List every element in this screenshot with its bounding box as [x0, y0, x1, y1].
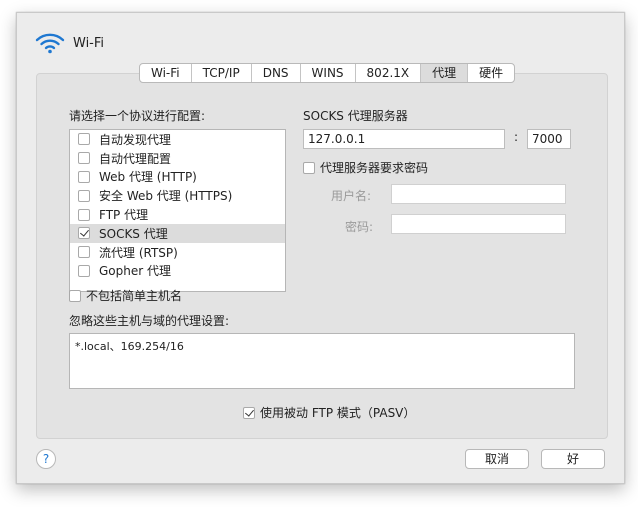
wifi-icon: [35, 32, 65, 54]
protocol-label: FTP 代理: [99, 208, 149, 223]
host-port-separator: :: [514, 130, 519, 144]
passive-ftp-label: 使用被动 FTP 模式（PASV）: [260, 406, 416, 420]
protocol-item-rtsp[interactable]: 流代理 (RTSP): [70, 243, 285, 262]
protocol-label: Web 代理 (HTTP): [99, 170, 197, 185]
protocol-checkbox[interactable]: [78, 170, 90, 183]
protocol-checkbox[interactable]: [78, 227, 90, 240]
ok-button[interactable]: 好: [541, 449, 605, 469]
bypass-hosts-textarea[interactable]: *.local、169.254/16: [69, 333, 575, 389]
tab-dns[interactable]: DNS: [252, 64, 301, 82]
protocol-checkbox[interactable]: [78, 246, 90, 259]
network-settings-window: Wi-Fi Wi-Fi TCP/IP DNS WINS 802.1X 代理 硬件…: [16, 12, 625, 484]
protocol-item-ftp[interactable]: FTP 代理: [70, 205, 285, 224]
require-password-checkbox[interactable]: [303, 161, 315, 174]
window-title: Wi-Fi: [73, 35, 105, 51]
username-label: 用户名:: [331, 189, 372, 203]
tab-proxy[interactable]: 代理: [421, 64, 469, 82]
protocol-item-https[interactable]: 安全 Web 代理 (HTTPS): [70, 186, 285, 205]
protocol-item-socks[interactable]: SOCKS 代理: [70, 223, 285, 243]
tab-hardware[interactable]: 硬件: [468, 64, 514, 82]
cancel-button[interactable]: 取消: [465, 449, 529, 469]
username-input[interactable]: [391, 184, 566, 204]
exclude-simple-checkbox[interactable]: [69, 289, 81, 302]
protocol-item-http[interactable]: Web 代理 (HTTP): [70, 168, 285, 187]
protocol-item-auto-discovery[interactable]: 自动发现代理: [70, 130, 285, 149]
protocol-label: 自动代理配置: [99, 151, 172, 166]
bypass-label: 忽略这些主机与域的代理设置:: [69, 314, 230, 328]
proxy-port-input[interactable]: 7000: [527, 129, 571, 149]
help-button[interactable]: ?: [36, 449, 56, 469]
protocol-label: Gopher 代理: [99, 264, 171, 279]
tab-bar: Wi-Fi TCP/IP DNS WINS 802.1X 代理 硬件: [139, 63, 516, 83]
protocol-list-heading: 请选择一个协议进行配置:: [69, 109, 206, 123]
exclude-simple-hostnames[interactable]: 不包括简单主机名: [69, 287, 182, 304]
protocol-checkbox[interactable]: [78, 189, 90, 202]
passive-ftp-checkbox[interactable]: [243, 406, 255, 419]
protocol-item-auto-config[interactable]: 自动代理配置: [70, 149, 285, 168]
exclude-simple-label: 不包括简单主机名: [86, 289, 183, 303]
tab-wifi[interactable]: Wi-Fi: [140, 64, 192, 82]
protocol-checkbox[interactable]: [78, 152, 90, 165]
protocol-list[interactable]: 自动发现代理 自动代理配置 Web 代理 (HTTP) 安全 Web 代理 (H…: [69, 129, 286, 292]
window-title-bar: Wi-Fi: [35, 31, 104, 55]
tab-tcpip[interactable]: TCP/IP: [192, 64, 252, 82]
protocol-label: 安全 Web 代理 (HTTPS): [99, 189, 233, 204]
require-password-option[interactable]: 代理服务器要求密码: [303, 159, 428, 176]
protocol-label: 流代理 (RTSP): [99, 245, 178, 260]
proxy-server-heading: SOCKS 代理服务器: [303, 109, 408, 123]
protocol-item-gopher[interactable]: Gopher 代理: [70, 262, 285, 281]
tab-8021x[interactable]: 802.1X: [356, 64, 422, 82]
password-label: 密码:: [345, 220, 374, 234]
require-password-label: 代理服务器要求密码: [320, 161, 429, 175]
tab-wins[interactable]: WINS: [301, 64, 356, 82]
protocol-checkbox[interactable]: [78, 133, 90, 146]
password-input[interactable]: [391, 214, 566, 234]
protocol-label: SOCKS 代理: [99, 226, 168, 241]
protocol-checkbox[interactable]: [78, 264, 90, 277]
passive-ftp-option[interactable]: 使用被动 FTP 模式（PASV）: [243, 404, 415, 421]
protocol-label: 自动发现代理: [99, 132, 172, 147]
protocol-checkbox[interactable]: [78, 208, 90, 221]
proxy-host-input[interactable]: 127.0.0.1: [303, 129, 505, 149]
